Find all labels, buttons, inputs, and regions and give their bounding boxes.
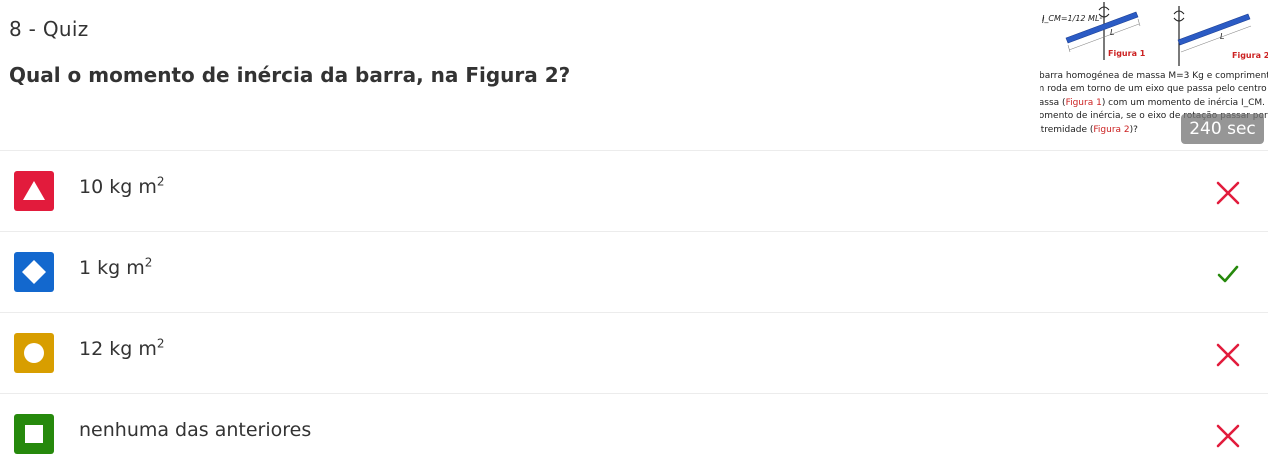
answer-option[interactable]: 1 kg m2 xyxy=(0,231,1268,312)
option-result xyxy=(1214,260,1242,288)
option-color-box xyxy=(14,333,54,373)
option-text: 1 kg m2 xyxy=(79,255,153,279)
triangle-icon xyxy=(23,181,45,200)
option-text: 10 kg m2 xyxy=(79,174,165,198)
diamond-icon xyxy=(22,260,46,284)
timer-badge: 240 sec xyxy=(1181,114,1264,144)
bar-label-2: L xyxy=(1220,32,1225,41)
answer-option[interactable]: nenhuma das anteriores xyxy=(0,393,1268,474)
checkmark-icon xyxy=(1217,265,1239,283)
option-result xyxy=(1214,422,1242,450)
bar-label-1: L xyxy=(1110,28,1115,37)
problem-line: massa (Figura 1) com um momento de inérc… xyxy=(1040,97,1268,108)
problem-line: A barra homogénea de massa M=3 Kg e comp… xyxy=(1040,71,1268,81)
cross-icon xyxy=(1216,343,1240,367)
cross-icon xyxy=(1216,181,1240,205)
option-color-box xyxy=(14,171,54,211)
answer-option[interactable]: 10 kg m2 xyxy=(0,150,1268,231)
figure-diagram: I xyxy=(1042,2,1252,66)
option-text: 12 kg m2 xyxy=(79,336,165,360)
option-text: nenhuma das anteriores xyxy=(79,419,312,441)
quiz-number-label: 8 - Quiz xyxy=(9,17,89,41)
option-color-box xyxy=(14,414,54,454)
cross-icon xyxy=(1216,424,1240,448)
square-icon xyxy=(25,425,43,443)
circle-icon xyxy=(24,343,44,363)
answer-options: 10 kg m2 1 kg m2 12 kg m2 nenhuma das an… xyxy=(0,150,1268,474)
figure-2-caption: Figura 2 xyxy=(1232,51,1268,60)
question-text: Qual o momento de inércia da barra, na F… xyxy=(9,63,571,87)
option-color-box xyxy=(14,252,54,292)
figure-1-caption: Figura 1 xyxy=(1108,49,1146,58)
formula-label: I_CM=1/12 ML² xyxy=(1042,14,1103,23)
answer-option[interactable]: 12 kg m2 xyxy=(0,312,1268,393)
option-result xyxy=(1214,341,1242,369)
option-result xyxy=(1214,179,1242,207)
problem-line: em roda em torno de um eixo que passa pe… xyxy=(1040,84,1267,95)
